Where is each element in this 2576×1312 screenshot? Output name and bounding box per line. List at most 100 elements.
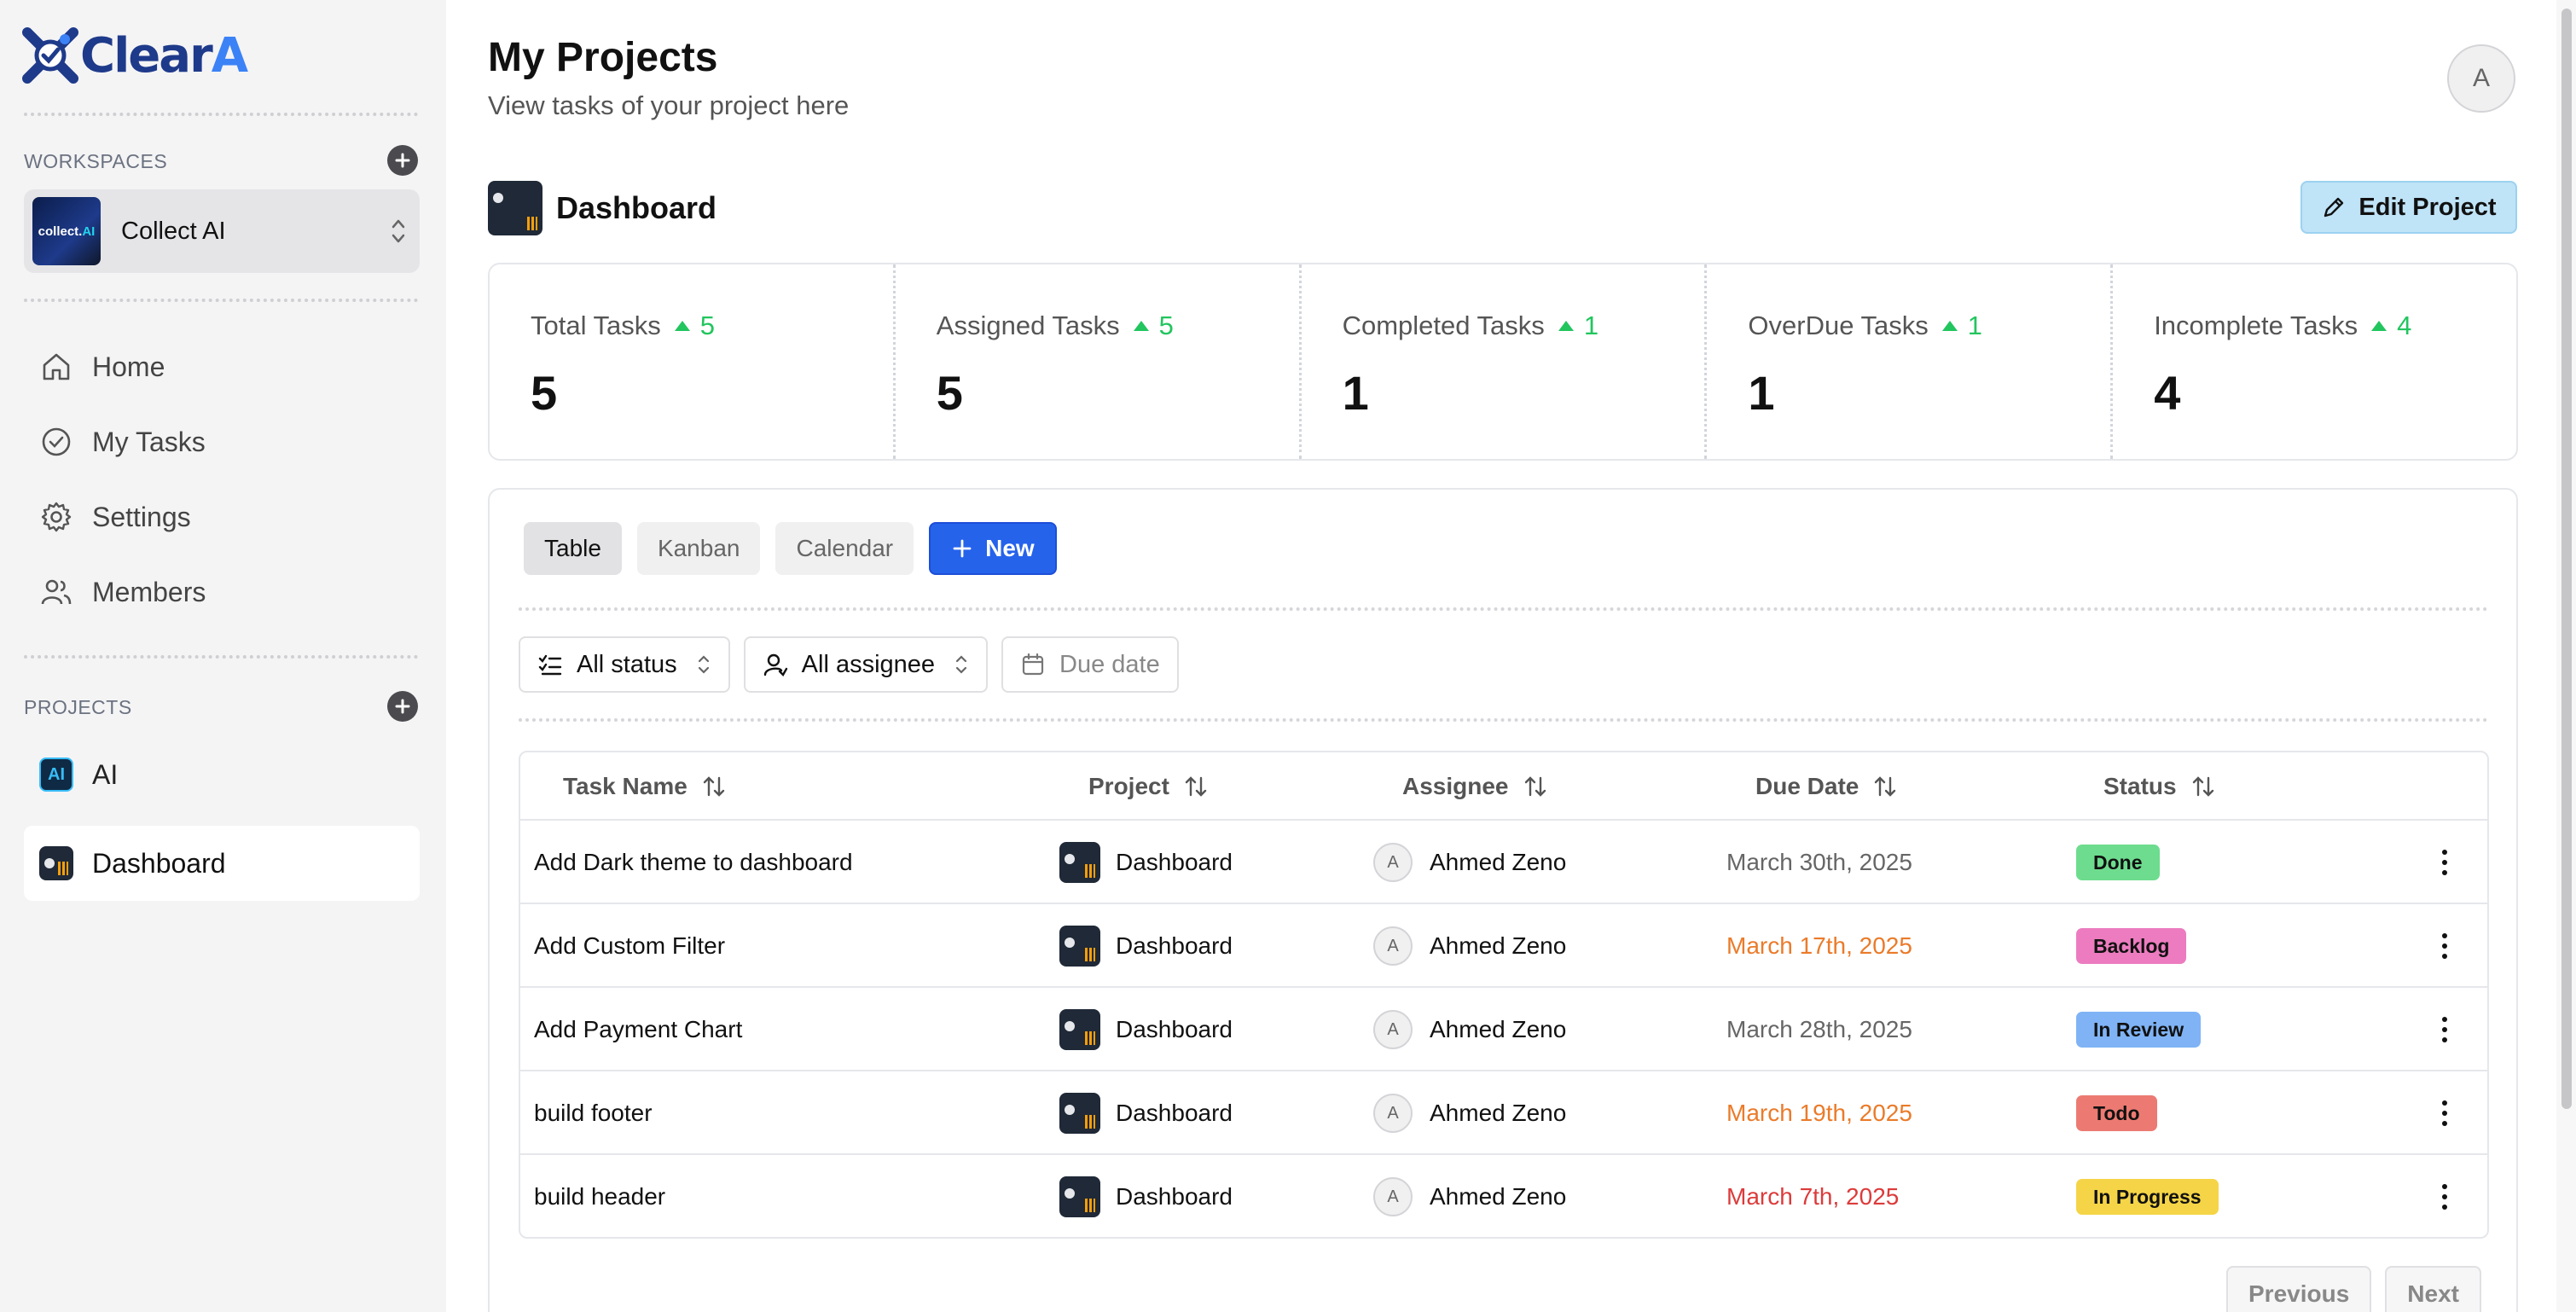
user-avatar[interactable]: A <box>2447 44 2515 113</box>
dashboard-project-icon <box>1059 1093 1100 1134</box>
assignee-avatar: A <box>1373 843 1413 882</box>
pagination: Previous Next <box>2226 1266 2495 1312</box>
divider <box>24 113 418 116</box>
task-status: In Review <box>2076 988 2202 1071</box>
sidebar-item-settings[interactable]: Settings <box>39 500 191 534</box>
stat-label: Assigned Tasks <box>936 311 1120 340</box>
task-name: build header <box>534 1183 666 1210</box>
stat-delta: 1 <box>1967 311 1982 340</box>
list-check-icon <box>538 654 562 676</box>
projects-label: PROJECTS <box>24 696 132 718</box>
table-row[interactable]: Add Custom Filter Dashboard A Ahmed Zeno … <box>520 904 2487 988</box>
divider <box>519 607 2489 611</box>
stat-value: 1 <box>1748 366 1775 420</box>
table-row[interactable]: build header Dashboard A Ahmed Zeno March… <box>520 1155 2487 1237</box>
due-date-text: March 17th, 2025 <box>1726 932 1912 959</box>
add-workspace-button[interactable] <box>387 145 418 176</box>
task-due-date: March 7th, 2025 <box>1726 1155 1900 1237</box>
sort-icon <box>1875 776 1896 797</box>
scrollbar-thumb[interactable] <box>2561 9 2572 1109</box>
main-content: My Projects View tasks of your project h… <box>446 0 2576 1312</box>
new-task-label: New <box>985 535 1035 561</box>
task-name: Add Payment Chart <box>534 1016 743 1042</box>
row-menu-button[interactable] <box>2440 1100 2450 1126</box>
view-tabs: Table Kanban Calendar New <box>524 522 1057 575</box>
sidebar-item-home[interactable]: Home <box>39 350 165 384</box>
trend-up-icon <box>2371 321 2387 331</box>
new-task-button[interactable]: New <box>929 522 1057 575</box>
stat-completed-tasks: Completed Tasks 1 1 <box>1302 264 1708 459</box>
check-circle-icon <box>42 427 71 456</box>
task-assignee: A Ahmed Zeno <box>1373 1071 1566 1155</box>
page-scrollbar[interactable] <box>2556 0 2576 1312</box>
plus-icon <box>953 539 972 558</box>
calendar-icon <box>1022 653 1044 676</box>
column-due-date[interactable]: Due Date <box>1755 752 1898 821</box>
assignee-filter-label: All assignee <box>801 650 936 678</box>
table-row[interactable]: build footer Dashboard A Ahmed Zeno March… <box>520 1071 2487 1155</box>
next-page-button[interactable]: Next <box>2385 1266 2481 1312</box>
dashboard-project-icon <box>39 846 73 880</box>
sidebar-item-my-tasks[interactable]: My Tasks <box>39 425 206 459</box>
app-logo[interactable]: ClearA <box>22 27 248 84</box>
column-status[interactable]: Status <box>2103 752 2216 821</box>
task-assignee: A Ahmed Zeno <box>1373 988 1566 1071</box>
stat-label: OverDue Tasks <box>1748 311 1929 340</box>
assignee-filter[interactable]: All assignee <box>743 636 989 693</box>
workspaces-label: WORKSPACES <box>24 150 168 172</box>
due-date-text: March 19th, 2025 <box>1726 1100 1912 1126</box>
gear-icon <box>41 502 72 532</box>
tab-calendar[interactable]: Calendar <box>775 522 914 575</box>
due-date-text: March 30th, 2025 <box>1726 849 1912 875</box>
status-filter[interactable]: All status <box>519 636 730 693</box>
sidebar-item-label: Members <box>92 576 206 607</box>
edit-project-button[interactable]: Edit Project <box>2300 181 2517 234</box>
tab-table[interactable]: Table <box>524 522 622 575</box>
add-project-button[interactable] <box>387 691 418 722</box>
dashboard-project-icon <box>1059 926 1100 967</box>
sidebar-project-dashboard[interactable]: Dashboard <box>24 826 420 901</box>
home-icon <box>43 353 70 380</box>
status-badge: Done <box>2076 845 2160 880</box>
workspace-switcher[interactable]: collect. AI Collect AI <box>24 189 420 273</box>
task-status: Done <box>2076 821 2160 904</box>
assignee-avatar: A <box>1373 926 1413 966</box>
workspace-name: Collect AI <box>121 217 226 245</box>
stat-label: Incomplete Tasks <box>2154 311 2358 340</box>
row-menu-button[interactable] <box>2440 1017 2450 1042</box>
tab-kanban[interactable]: Kanban <box>636 522 761 575</box>
user-icon <box>763 653 787 676</box>
row-menu-button[interactable] <box>2440 850 2450 875</box>
stat-delta: 4 <box>2397 311 2412 340</box>
table-row[interactable]: Add Dark theme to dashboard Dashboard AA… <box>520 821 2487 904</box>
stat-total-tasks: Total Tasks 5 5 <box>490 264 896 459</box>
assignee-avatar: A <box>1373 1094 1413 1133</box>
sidebar-item-members[interactable]: Members <box>39 575 206 609</box>
task-project: Dashboard <box>1059 821 1233 904</box>
edit-project-label: Edit Project <box>2358 193 2497 221</box>
project-label: Dashboard <box>92 847 226 879</box>
sidebar-item-label: Home <box>92 351 165 382</box>
assignee-avatar: A <box>1373 1010 1413 1049</box>
column-project[interactable]: Project <box>1088 752 1209 821</box>
sort-icon <box>703 776 724 797</box>
table-row[interactable]: Add Payment Chart Dashboard A Ahmed Zeno … <box>520 988 2487 1071</box>
stat-value: 5 <box>936 366 963 420</box>
task-due-date: March 28th, 2025 <box>1726 988 1912 1071</box>
due-date-filter[interactable]: Due date <box>1001 636 1179 693</box>
plus-icon <box>395 699 410 714</box>
column-task-name[interactable]: Task Name <box>563 752 727 821</box>
due-date-text: March 7th, 2025 <box>1726 1183 1900 1210</box>
stat-delta: 5 <box>699 311 716 340</box>
project-label: AI <box>92 758 119 790</box>
row-menu-button[interactable] <box>2440 933 2450 959</box>
stat-incomplete-tasks: Incomplete Tasks 4 4 <box>2113 264 2516 459</box>
trend-up-icon <box>1133 321 1149 331</box>
sort-icon <box>1185 776 1207 797</box>
stat-label: Completed Tasks <box>1342 311 1545 340</box>
project-header: Dashboard <box>488 181 717 235</box>
row-menu-button[interactable] <box>2440 1184 2450 1210</box>
previous-page-button[interactable]: Previous <box>2226 1266 2372 1312</box>
sidebar-project-ai[interactable]: AI AI <box>24 737 420 812</box>
column-assignee[interactable]: Assignee <box>1402 752 1548 821</box>
